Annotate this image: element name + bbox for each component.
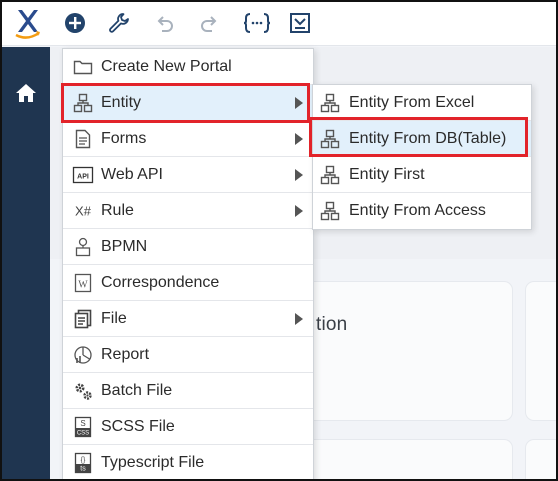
menu-item-label: File [101,310,127,327]
submenu-arrow-icon [295,205,303,217]
background-card-right [526,282,556,420]
submenu-arrow-icon [295,133,303,145]
menu-item-report[interactable]: Report [63,337,313,373]
scss-icon-top: S [80,419,85,428]
submenu-item-entity-from-excel[interactable]: Entity From Excel [313,85,531,121]
menu-item-typescript-file[interactable]: {} ts Typescript File [63,445,313,479]
menu-item-forms[interactable]: Forms [63,121,313,157]
app-window: tion Create New Portal Entity Forms API … [0,0,558,481]
menu-item-label: Create New Portal [101,58,232,75]
ts-file-icon: {} ts [72,452,94,474]
redo-icon[interactable] [196,10,222,36]
submenu-item-entity-from-access[interactable]: Entity From Access [313,193,531,229]
add-circle-icon[interactable] [62,10,88,36]
left-sidebar [2,47,50,479]
ts-icon-bottom: ts [80,466,86,473]
correspondence-icon: W [72,273,94,293]
menu-item-label: Correspondence [101,274,220,291]
rule-icon-text: X# [75,204,92,219]
menu-item-label: Rule [101,202,134,219]
curly-braces-icon[interactable] [242,10,272,36]
scss-icon-bottom: CSS [77,431,89,437]
menu-item-correspondence[interactable]: W Correspondence [63,265,313,301]
submenu-item-entity-first[interactable]: Entity First [313,157,531,193]
api-icon: API [72,165,94,185]
menu-item-bpmn[interactable]: BPMN [63,229,313,265]
new-item-menu: Create New Portal Entity Forms API Web A… [62,48,314,479]
menu-item-label: Entity [101,94,142,111]
menu-item-label: Batch File [101,382,173,399]
background-card-title: tion [316,314,348,335]
scss-file-icon: S CSS [72,416,94,438]
submenu-item-label: Entity From Access [349,202,486,219]
x-sharp-icon: X# [72,201,94,221]
menu-item-entity[interactable]: Entity [63,85,313,121]
submenu-item-label: Entity First [349,166,425,183]
x-logo-icon[interactable] [12,6,42,40]
menu-item-scss-file[interactable]: S CSS SCSS File [63,409,313,445]
menu-item-label: Web API [101,166,163,183]
undo-icon[interactable] [152,10,178,36]
hierarchy-icon [320,93,342,113]
menu-item-label: BPMN [101,238,148,255]
submenu-arrow-icon [295,169,303,181]
form-doc-icon [72,129,94,149]
menu-item-label: Forms [101,130,147,147]
submenu-arrow-icon [295,97,303,109]
gears-icon [72,381,94,401]
hierarchy-icon [72,93,94,113]
hierarchy-icon [320,129,342,149]
submenu-item-label: Entity From Excel [349,94,475,111]
folder-icon [72,57,94,77]
menu-item-web-api[interactable]: API Web API [63,157,313,193]
menu-item-label: Typescript File [101,454,205,471]
background-card-lower-right [526,440,556,479]
menu-item-create-new-portal[interactable]: Create New Portal [63,49,313,85]
menu-item-file[interactable]: File [63,301,313,337]
bpmn-icon [72,237,94,257]
entity-submenu: Entity From Excel Entity From DB(Table) … [312,84,532,230]
menu-item-rule[interactable]: X# Rule [63,193,313,229]
menu-item-batch-file[interactable]: Batch File [63,373,313,409]
ts-icon-top: {} [81,457,86,464]
document-export-icon[interactable] [287,10,313,36]
menu-item-label: Report [101,346,150,363]
correspondence-icon-text: W [78,280,88,291]
file-icon [72,309,94,329]
hierarchy-icon [320,201,342,221]
api-icon-text: API [77,173,89,180]
menu-item-label: SCSS File [101,418,175,435]
report-icon [72,345,94,365]
wrench-icon[interactable] [106,10,132,36]
submenu-arrow-icon [295,313,303,325]
home-icon[interactable] [13,80,39,106]
hierarchy-icon [320,165,342,185]
submenu-item-label: Entity From DB(Table) [349,130,507,147]
top-toolbar [2,2,556,46]
submenu-item-entity-from-db-table[interactable]: Entity From DB(Table) [313,121,531,157]
